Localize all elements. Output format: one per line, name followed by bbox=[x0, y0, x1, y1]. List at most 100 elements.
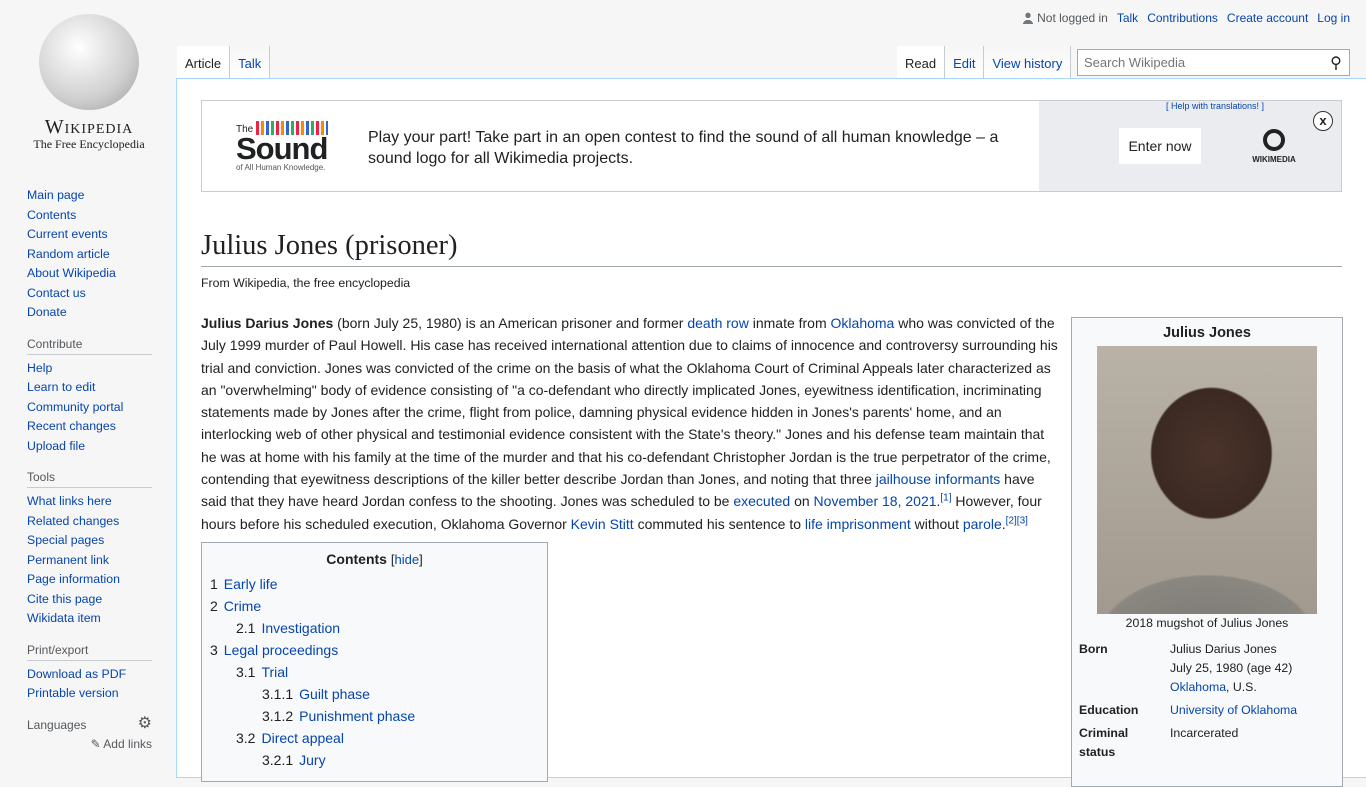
article-link[interactable]: jailhouse informants bbox=[876, 471, 1001, 487]
site-sub: From Wikipedia, the free encyclopedia bbox=[201, 276, 411, 290]
tab-article[interactable]: Article bbox=[177, 46, 231, 78]
tab-talk[interactable]: Talk bbox=[230, 46, 271, 78]
text-run: without bbox=[910, 515, 963, 532]
logo-wordmark: Wikipedia bbox=[44, 116, 134, 138]
sidebar-heading-languages: Languages ⚙ bbox=[27, 715, 152, 735]
mugshot-image[interactable] bbox=[1097, 346, 1317, 614]
toc-item[interactable]: 3.1.1 Guilt phase bbox=[210, 683, 539, 705]
sidebar-item[interactable]: Printable version bbox=[27, 684, 152, 704]
toc-link[interactable]: Investigation bbox=[261, 620, 340, 636]
toc-item[interactable]: 3 Legal proceedings bbox=[210, 639, 539, 661]
tab-edit[interactable]: Edit bbox=[945, 46, 985, 78]
toc-link[interactable]: Crime bbox=[224, 598, 261, 614]
create-account[interactable]: Create account bbox=[1227, 11, 1308, 25]
sidebar-item[interactable]: About Wikipedia bbox=[27, 264, 152, 284]
article-link[interactable]: Kevin Stitt bbox=[571, 516, 634, 532]
sidebar-item[interactable]: Recent changes bbox=[27, 417, 152, 437]
article-link[interactable]: November 18, 2021 bbox=[814, 493, 937, 509]
wikipedia-logo[interactable]: Wikipedia The Free Encyclopedia bbox=[24, 14, 154, 152]
toc-number: 3.1.1 bbox=[262, 686, 294, 702]
toc-link[interactable]: Trial bbox=[261, 664, 288, 680]
sidebar-heading-print: Print/export bbox=[27, 643, 152, 661]
add-links-label[interactable]: Add links bbox=[103, 737, 152, 751]
toc-item[interactable]: 1 Early life bbox=[210, 573, 539, 595]
born-place-link[interactable]: Oklahoma bbox=[1170, 680, 1226, 694]
help-translations-link[interactable]: [ Help with translations! ] bbox=[1166, 101, 1264, 111]
sidebar-item[interactable]: Page information bbox=[27, 570, 152, 590]
gear-icon[interactable]: ⚙ bbox=[138, 715, 152, 732]
sidebar-item[interactable]: Related changes bbox=[27, 512, 152, 532]
logo-sub: of All Human Knowledge. bbox=[236, 163, 326, 172]
toc-number: 3.2 bbox=[236, 730, 256, 746]
logo-sound: Sound bbox=[236, 131, 328, 166]
toc-number: 1 bbox=[210, 576, 218, 592]
toc-link[interactable]: Punishment phase bbox=[299, 708, 415, 724]
sidebar-item[interactable]: Learn to edit bbox=[27, 378, 152, 398]
toc-hide-link[interactable]: hide bbox=[394, 552, 419, 567]
close-icon[interactable]: x bbox=[1313, 111, 1333, 131]
article-link[interactable]: life imprisonment bbox=[805, 516, 911, 532]
search-input[interactable] bbox=[1084, 55, 1323, 70]
sidebar-item[interactable]: Wikidata item bbox=[27, 609, 152, 629]
bold-subject: Julius Darius Jones bbox=[201, 315, 334, 331]
toc-item[interactable]: 3.1.2 Punishment phase bbox=[210, 705, 539, 727]
text-run: (born July 25, 1980) is an American pris… bbox=[333, 315, 688, 331]
log-in[interactable]: Log in bbox=[1317, 11, 1350, 25]
born-name: Julius Darius Jones bbox=[1170, 642, 1277, 656]
sidebar-item[interactable]: Current events bbox=[27, 225, 152, 245]
reference-link[interactable]: [1] bbox=[940, 493, 951, 504]
toc-link[interactable]: Early life bbox=[224, 576, 278, 592]
toc-number: 2 bbox=[210, 598, 218, 614]
personal-contributions[interactable]: Contributions bbox=[1147, 11, 1218, 25]
toc-title: Contents bbox=[326, 551, 387, 567]
toc-item[interactable]: 3.1 Trial bbox=[210, 661, 539, 683]
born-date: July 25, 1980 (age 42) bbox=[1170, 661, 1293, 675]
education-label: Education bbox=[1079, 703, 1139, 717]
sound-logo: The Sound of All Human Knowledge. bbox=[236, 121, 346, 172]
sidebar-item[interactable]: Contact us bbox=[27, 284, 152, 304]
sidebar-item[interactable]: Community portal bbox=[27, 398, 152, 418]
toc-link[interactable]: Guilt phase bbox=[299, 686, 370, 702]
toc-number: 3 bbox=[210, 642, 218, 658]
article-link[interactable]: executed bbox=[733, 493, 790, 509]
wikimedia-text: WIKIMEDIA bbox=[1252, 155, 1296, 164]
sidebar-heading-tools: Tools bbox=[27, 470, 152, 488]
text-run: who was convicted of the July 1999 murde… bbox=[201, 315, 1058, 488]
toc-link[interactable]: Legal proceedings bbox=[224, 642, 338, 658]
article-link[interactable]: parole bbox=[963, 516, 1002, 532]
sidebar-item[interactable]: Donate bbox=[27, 303, 152, 323]
search-icon[interactable]: ⚲ bbox=[1323, 53, 1349, 73]
search-box: ⚲ bbox=[1077, 49, 1350, 76]
sidebar-item[interactable]: Main page bbox=[27, 186, 152, 206]
sidebar-item[interactable]: Special pages bbox=[27, 531, 152, 551]
not-logged-in: Not logged in bbox=[1037, 11, 1108, 25]
article-link[interactable]: death row bbox=[687, 315, 748, 331]
enter-now-button[interactable]: Enter now bbox=[1119, 128, 1201, 164]
education-link[interactable]: University of Oklahoma bbox=[1170, 703, 1297, 717]
sidebar-item[interactable]: Download as PDF bbox=[27, 665, 152, 685]
sidebar: Main page Contents Current events Random ar… bbox=[27, 186, 152, 751]
article-link[interactable]: Oklahoma bbox=[831, 315, 895, 331]
sidebar-item[interactable]: Permanent link bbox=[27, 551, 152, 571]
sidebar-item[interactable]: Cite this page bbox=[27, 590, 152, 610]
born-label: Born bbox=[1079, 642, 1108, 656]
toc-item[interactable]: 3.2 Direct appeal bbox=[210, 727, 539, 749]
reference-link[interactable]: [3] bbox=[1017, 515, 1028, 526]
toc-number: 2.1 bbox=[236, 620, 256, 636]
toc-link[interactable]: Direct appeal bbox=[261, 730, 344, 746]
tab-view-history[interactable]: View history bbox=[984, 46, 1072, 78]
add-links[interactable]: ✎ Add links bbox=[27, 737, 152, 751]
sidebar-item[interactable]: Help bbox=[27, 359, 152, 379]
sidebar-item[interactable]: Contents bbox=[27, 206, 152, 226]
toc-link[interactable]: Jury bbox=[299, 752, 325, 768]
reference-link[interactable]: [2] bbox=[1006, 515, 1017, 526]
languages-label: Languages bbox=[27, 717, 87, 732]
tab-read[interactable]: Read bbox=[897, 46, 946, 78]
sidebar-item[interactable]: What links here bbox=[27, 492, 152, 512]
personal-tools: Not logged in Talk Contributions Create … bbox=[1023, 11, 1350, 25]
sidebar-item[interactable]: Upload file bbox=[27, 437, 152, 457]
personal-talk[interactable]: Talk bbox=[1117, 11, 1138, 25]
sidebar-item[interactable]: Random article bbox=[27, 245, 152, 265]
toc-item[interactable]: 2.1 Investigation bbox=[210, 617, 539, 639]
toc-item[interactable]: 2 Crime bbox=[210, 595, 539, 617]
